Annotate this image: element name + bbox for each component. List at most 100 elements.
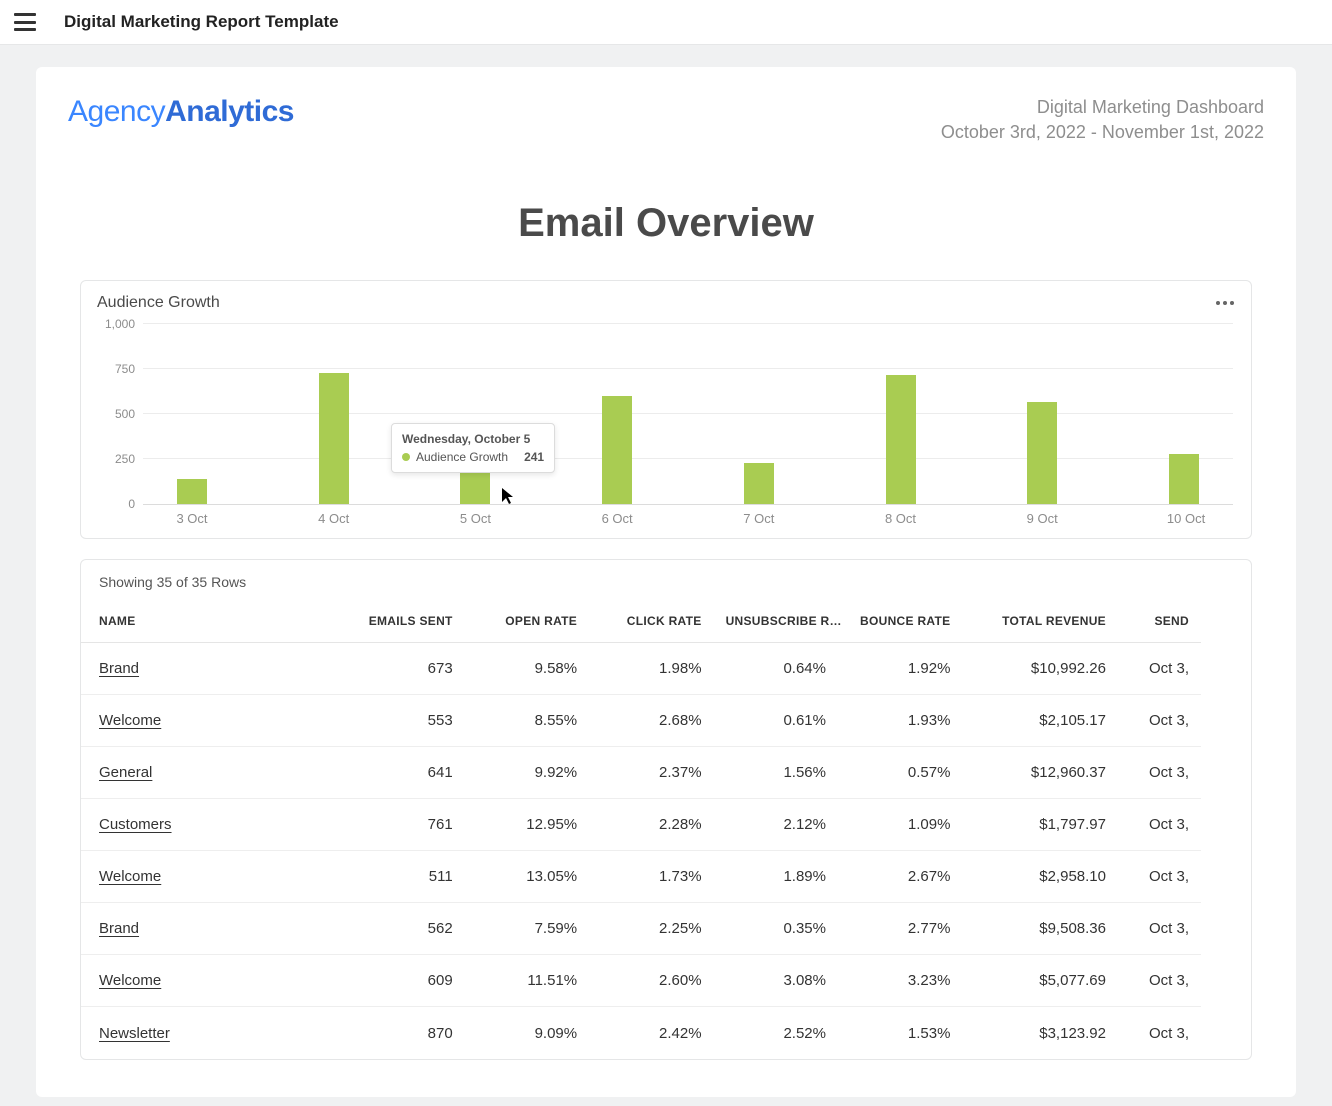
cell-value: 8.55% [465,695,589,747]
table-column-header[interactable]: UNSUBSCRIBE R… [714,600,838,643]
campaigns-table-card: Showing 35 of 35 Rows NAMEEMAILS SENTOPE… [80,559,1252,1060]
campaign-link[interactable]: Newsletter [99,1025,170,1042]
table-row: Brand6739.58%1.98%0.64%1.92%$10,992.26Oc… [81,643,1201,695]
chart-x-tick: 9 Oct [1025,511,1059,526]
chart-y-tick: 750 [115,362,135,376]
chart-x-tick: 8 Oct [884,511,918,526]
cell-name: Customers [81,799,340,851]
audience-growth-card: Audience Growth 02505007501,000 3 Oct 4 O… [80,280,1252,539]
cell-value: 3.23% [838,955,962,1007]
cell-value: 0.64% [714,643,838,695]
table-row: Brand5627.59%2.25%0.35%2.77%$9,508.36Oct… [81,903,1201,955]
cell-value: 2.77% [838,903,962,955]
cell-value: 9.58% [465,643,589,695]
chart-y-tick: 1,000 [105,317,135,331]
cell-value: $9,508.36 [962,903,1118,955]
tooltip-value: 241 [524,450,544,464]
tooltip-title: Wednesday, October 5 [402,432,544,446]
table-column-header[interactable]: SEND [1118,600,1201,643]
campaign-link[interactable]: Customers [99,816,172,833]
cell-value: 1.93% [838,695,962,747]
cell-name: Brand [81,643,340,695]
cell-value: 1.89% [714,851,838,903]
table-column-header[interactable]: BOUNCE RATE [838,600,962,643]
chart-y-tick: 500 [115,407,135,421]
campaign-link[interactable]: Brand [99,920,139,937]
table-column-header[interactable]: TOTAL REVENUE [962,600,1118,643]
table-row: Customers76112.95%2.28%2.12%1.09%$1,797.… [81,799,1201,851]
cell-value: 13.05% [465,851,589,903]
topbar-title: Digital Marketing Report Template [64,12,339,32]
cell-value: 2.12% [714,799,838,851]
chart-title: Audience Growth [97,294,220,312]
chart-tooltip: Wednesday, October 5 Audience Growth 241 [391,423,555,473]
cell-value: Oct 3, [1118,851,1201,903]
cell-value: $10,992.26 [962,643,1118,695]
cell-value: Oct 3, [1118,747,1201,799]
campaign-link[interactable]: Welcome [99,712,161,729]
campaign-link[interactable]: Welcome [99,868,161,885]
hamburger-menu-icon[interactable] [14,13,36,31]
campaign-link[interactable]: General [99,764,152,781]
chart-bar[interactable] [886,375,916,505]
cell-value: 9.92% [465,747,589,799]
table-row: Welcome60911.51%2.60%3.08%3.23%$5,077.69… [81,955,1201,1007]
cell-value: 870 [340,1007,464,1059]
cell-value: 0.57% [838,747,962,799]
cell-value: Oct 3, [1118,695,1201,747]
chart-bar[interactable] [602,396,632,504]
cell-value: $2,105.17 [962,695,1118,747]
chart-x-tick: 6 Oct [600,511,634,526]
chart-bar[interactable] [744,463,774,504]
chart-bar[interactable] [177,479,207,504]
table-column-header[interactable]: OPEN RATE [465,600,589,643]
more-options-icon[interactable] [1215,293,1235,313]
cell-value: 553 [340,695,464,747]
chart-bar[interactable] [1169,454,1199,504]
cell-value: 609 [340,955,464,1007]
report-page: AgencyAnalytics Digital Marketing Dashbo… [36,67,1296,1097]
cell-value: 0.35% [714,903,838,955]
cell-value: Oct 3, [1118,799,1201,851]
cell-name: Brand [81,903,340,955]
cell-value: 2.37% [589,747,713,799]
chart-grid: 02505007501,000 [143,325,1233,505]
campaign-link[interactable]: Brand [99,660,139,677]
chart-bar[interactable] [319,373,349,504]
brand-logo-part1: Agency [68,95,165,128]
table-column-header[interactable]: EMAILS SENT [340,600,464,643]
table-row: Welcome5538.55%2.68%0.61%1.93%$2,105.17O… [81,695,1201,747]
table-row: Welcome51113.05%1.73%1.89%2.67%$2,958.10… [81,851,1201,903]
chart-x-tick: 3 Oct [175,511,209,526]
cell-value: 2.25% [589,903,713,955]
chart-bar[interactable] [1027,402,1057,505]
cell-value: 3.08% [714,955,838,1007]
cell-value: 761 [340,799,464,851]
tooltip-series-label: Audience Growth [416,450,508,464]
chart-x-tick: 10 Oct [1167,511,1201,526]
table-column-header[interactable]: NAME [81,600,340,643]
cell-name: General [81,747,340,799]
cell-value: $1,797.97 [962,799,1118,851]
cell-value: 562 [340,903,464,955]
table-body: Brand6739.58%1.98%0.64%1.92%$10,992.26Oc… [81,643,1201,1059]
cell-value: 1.73% [589,851,713,903]
cell-value: 11.51% [465,955,589,1007]
table-row: Newsletter8709.09%2.42%2.52%1.53%$3,123.… [81,1007,1201,1059]
chart-x-tick: 4 Oct [317,511,351,526]
topbar: Digital Marketing Report Template [0,0,1332,45]
chart-body[interactable]: 02505007501,000 3 Oct4 Oct5 Oct6 Oct7 Oc… [81,319,1251,538]
cell-value: 511 [340,851,464,903]
chart-x-tick: 7 Oct [742,511,776,526]
cell-name: Welcome [81,695,340,747]
campaign-link[interactable]: Welcome [99,972,161,989]
cell-value: 0.61% [714,695,838,747]
cell-name: Welcome [81,955,340,1007]
cell-value: $5,077.69 [962,955,1118,1007]
cell-value: 7.59% [465,903,589,955]
cell-value: Oct 3, [1118,1007,1201,1059]
cell-value: 1.53% [838,1007,962,1059]
header-meta: Digital Marketing Dashboard October 3rd,… [941,95,1264,145]
cell-value: 2.67% [838,851,962,903]
table-column-header[interactable]: CLICK RATE [589,600,713,643]
